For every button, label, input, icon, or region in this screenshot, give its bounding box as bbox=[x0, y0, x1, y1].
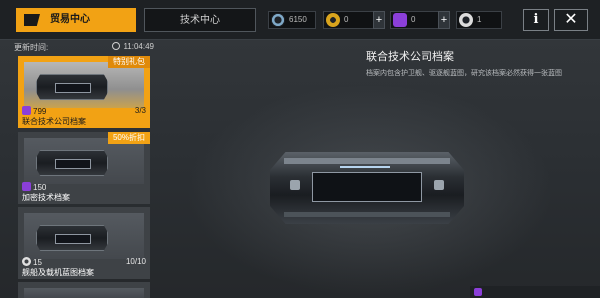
purple-token-icon bbox=[393, 13, 407, 27]
item-name: 联合技术公司档案 bbox=[22, 117, 86, 126]
silver-coin-icon bbox=[22, 257, 31, 266]
currency-purple-token: 0 + bbox=[390, 11, 450, 29]
tab-trade-center[interactable]: 贸易中心 bbox=[16, 8, 136, 32]
info-button[interactable]: i bbox=[523, 9, 549, 31]
currency-gold: 0 + bbox=[323, 11, 385, 29]
shop-item-encrypted-tech-archive[interactable]: 50%折扣 150 加密技术档案 bbox=[18, 132, 150, 204]
crate-rail-top bbox=[284, 158, 450, 164]
crate-clamp-left bbox=[290, 180, 300, 190]
archive-crate-icon bbox=[36, 225, 108, 251]
item-stock: 10/10 bbox=[125, 257, 146, 266]
item-image bbox=[24, 62, 144, 108]
top-bar: 贸易中心 技术中心 6150 0 + 0 + 1 i ✕ bbox=[0, 0, 600, 40]
list-header: 更新时间: 11:04:49 bbox=[14, 42, 154, 54]
refresh-timer: 11:04:49 bbox=[112, 42, 154, 51]
item-image bbox=[24, 138, 144, 184]
crate-clamp-right bbox=[434, 180, 444, 190]
item-image bbox=[24, 288, 144, 298]
item-name: 加密技术档案 bbox=[22, 193, 70, 202]
item-name: 舰船及载机蓝图档案 bbox=[22, 268, 94, 277]
crate-light bbox=[340, 166, 390, 168]
item-stock: 3/3 bbox=[134, 106, 146, 115]
crate-panel bbox=[312, 172, 422, 202]
item-price: 15 bbox=[22, 257, 42, 267]
tab-tech-center[interactable]: 技术中心 bbox=[144, 8, 256, 32]
archive-crate-icon bbox=[36, 74, 108, 100]
currency-silver: 1 bbox=[456, 11, 502, 29]
shop-item-ship-blueprint-archive[interactable]: 15 10/10 舰船及载机蓝图档案 bbox=[18, 207, 150, 279]
item-price: 799 bbox=[22, 106, 46, 116]
add-gold-button[interactable]: + bbox=[373, 11, 385, 29]
archive-crate-icon bbox=[36, 150, 108, 176]
shop-item-united-tech-archive[interactable]: 特别礼包 799 3/3 联合技术公司档案 bbox=[18, 56, 150, 128]
close-button[interactable]: ✕ bbox=[554, 9, 588, 31]
special-pack-badge: 特别礼包 bbox=[108, 56, 150, 68]
shop-item-partial[interactable] bbox=[18, 282, 150, 298]
refresh-label: 更新时间: bbox=[14, 43, 49, 52]
gold-coin-icon bbox=[326, 13, 340, 27]
purple-token-icon bbox=[22, 106, 31, 115]
purchase-button-partial[interactable] bbox=[470, 286, 600, 298]
discount-badge: 50%折扣 bbox=[107, 132, 150, 144]
silver-coin-icon bbox=[459, 13, 473, 27]
crate-rail-bottom bbox=[284, 212, 450, 217]
trade-center-screen: 贸易中心 技术中心 6150 0 + 0 + 1 i ✕ 更新时间: 11:04 bbox=[0, 0, 600, 298]
detail-title: 联合技术公司档案 bbox=[366, 51, 454, 63]
detail-description: 档案内包含护卫舰、驱逐舰蓝图，研究该档案必然获得一张蓝图 bbox=[366, 70, 562, 77]
clock-icon bbox=[112, 42, 121, 50]
add-purple-token-button[interactable]: + bbox=[438, 11, 450, 29]
archive-crate-preview bbox=[270, 152, 464, 224]
credits-icon bbox=[271, 13, 285, 27]
item-price: 150 bbox=[22, 182, 46, 192]
currency-credits: 6150 bbox=[268, 11, 316, 29]
trade-icon bbox=[24, 14, 40, 26]
purple-token-icon bbox=[22, 182, 31, 191]
item-image bbox=[24, 213, 144, 259]
